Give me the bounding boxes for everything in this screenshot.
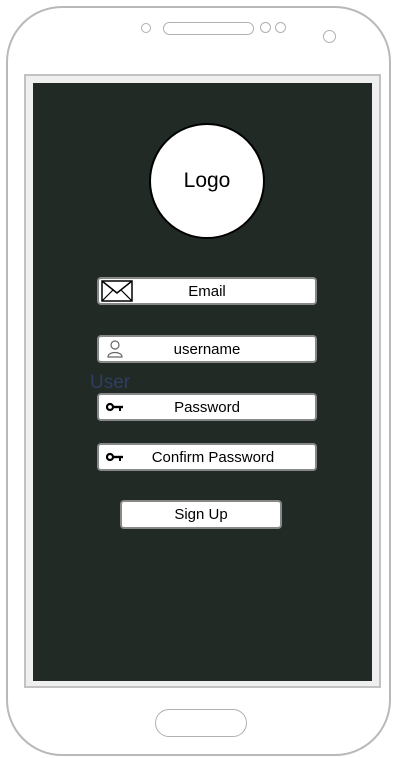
hint-text: User	[90, 372, 131, 393]
email-placeholder: Email	[188, 282, 226, 300]
sensor-icon	[275, 22, 286, 33]
front-camera-icon	[323, 30, 336, 43]
sign-up-label: Sign Up	[174, 506, 228, 523]
speaker-grille	[163, 22, 254, 35]
confirm-password-field[interactable]: Confirm Password	[97, 443, 317, 471]
front-sensor-icon	[141, 23, 151, 33]
key-icon	[106, 402, 124, 412]
sensor-icon	[260, 22, 271, 33]
user-icon	[107, 340, 123, 358]
sign-up-button[interactable]: Sign Up	[120, 500, 282, 529]
username-field[interactable]: username	[97, 335, 317, 363]
email-field[interactable]: Email	[97, 277, 317, 305]
password-field[interactable]: Password	[97, 393, 317, 421]
envelope-icon	[101, 280, 133, 302]
password-placeholder: Password	[174, 398, 240, 416]
key-icon	[106, 452, 124, 462]
logo-label: Logo	[183, 169, 231, 192]
confirm-password-placeholder: Confirm Password	[151, 448, 275, 466]
username-placeholder: username	[173, 340, 241, 358]
home-button[interactable]	[155, 709, 247, 737]
logo: Logo	[149, 123, 265, 239]
